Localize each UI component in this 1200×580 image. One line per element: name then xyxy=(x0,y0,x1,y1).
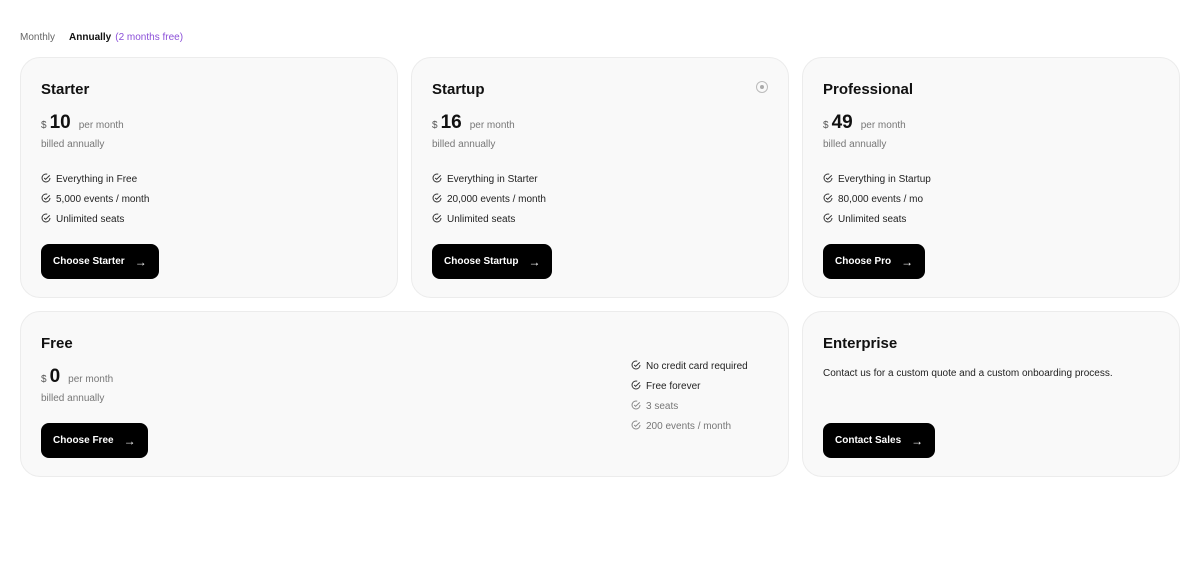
annually-label: Annually xyxy=(69,32,112,43)
arrow-right-icon: → xyxy=(528,254,541,269)
feature-item: 3 seats xyxy=(631,396,748,416)
feature-list: Everything in Free 5,000 events / month … xyxy=(41,169,149,229)
check-circle-icon xyxy=(432,172,442,186)
annually-discount-badge: (2 months free) xyxy=(115,32,184,43)
plan-name: Enterprise xyxy=(823,335,898,352)
feature-list: Everything in Startup 80,000 events / mo… xyxy=(823,169,931,229)
choose-pro-button[interactable]: Choose Pro → xyxy=(823,244,926,279)
currency-symbol: $ xyxy=(432,120,438,131)
plan-card-startup: Startup $ 16 per month billed annually E… xyxy=(411,57,789,298)
contact-sales-button[interactable]: Contact Sales → xyxy=(823,423,936,458)
plan-name: Starter xyxy=(41,81,90,98)
check-circle-icon xyxy=(41,212,51,226)
arrow-right-icon: → xyxy=(123,433,136,448)
feature-item: Unlimited seats xyxy=(432,209,546,229)
check-circle-icon xyxy=(631,359,641,373)
check-circle-icon xyxy=(823,212,833,226)
feature-list: Everything in Starter 20,000 events / mo… xyxy=(432,169,546,229)
plan-price: $ 16 per month xyxy=(432,112,515,134)
billing-toggle: Monthly Annually (2 months free) xyxy=(20,32,183,43)
plan-card-free: Free $ 0 per month billed annually Choos… xyxy=(20,311,789,477)
feature-item: 5,000 events / month xyxy=(41,189,149,209)
plan-description: Contact us for a custom quote and a cust… xyxy=(823,368,1113,379)
price-amount: 10 xyxy=(49,112,71,133)
price-period: per month xyxy=(68,374,114,385)
price-amount: 0 xyxy=(49,366,61,387)
billing-note: billed annually xyxy=(41,393,105,404)
plan-name: Professional xyxy=(823,81,914,98)
toggle-annually[interactable]: Annually (2 months free) xyxy=(69,32,183,43)
check-circle-icon xyxy=(823,192,833,206)
feature-item: 80,000 events / mo xyxy=(823,189,931,209)
check-circle-icon xyxy=(41,192,51,206)
check-circle-icon xyxy=(432,212,442,226)
check-circle-icon xyxy=(631,379,641,393)
feature-item: Unlimited seats xyxy=(823,209,931,229)
check-circle-icon xyxy=(631,419,641,433)
feature-item: 20,000 events / month xyxy=(432,189,546,209)
check-circle-icon xyxy=(41,172,51,186)
choose-startup-button[interactable]: Choose Startup → xyxy=(432,244,553,279)
price-period: per month xyxy=(860,120,906,131)
billing-note: billed annually xyxy=(432,139,496,150)
currency-symbol: $ xyxy=(41,374,47,385)
plan-price: $ 0 per month xyxy=(41,366,113,388)
feature-item: Everything in Startup xyxy=(823,169,931,189)
target-icon xyxy=(756,81,768,93)
check-circle-icon xyxy=(823,172,833,186)
feature-item: Free forever xyxy=(631,376,748,396)
arrow-right-icon: → xyxy=(901,254,914,269)
plan-card-starter: Starter $ 10 per month billed annually E… xyxy=(20,57,398,298)
check-circle-icon xyxy=(432,192,442,206)
feature-item: Unlimited seats xyxy=(41,209,149,229)
choose-free-button[interactable]: Choose Free → xyxy=(41,423,148,458)
arrow-right-icon: → xyxy=(134,254,147,269)
check-circle-icon xyxy=(631,399,641,413)
currency-symbol: $ xyxy=(41,120,47,131)
price-period: per month xyxy=(78,120,124,131)
plan-price: $ 10 per month xyxy=(41,112,124,134)
feature-item: Everything in Starter xyxy=(432,169,546,189)
feature-list: No credit card required Free forever 3 s… xyxy=(631,356,748,436)
feature-item: Everything in Free xyxy=(41,169,149,189)
billing-note: billed annually xyxy=(823,139,887,150)
plan-name: Startup xyxy=(432,81,485,98)
plan-name: Free xyxy=(41,335,73,352)
feature-item: No credit card required xyxy=(631,356,748,376)
currency-symbol: $ xyxy=(823,120,829,131)
choose-starter-button[interactable]: Choose Starter → xyxy=(41,244,159,279)
price-period: per month xyxy=(469,120,515,131)
billing-note: billed annually xyxy=(41,139,105,150)
feature-item: 200 events / month xyxy=(631,416,748,436)
plan-card-professional: Professional $ 49 per month billed annua… xyxy=(802,57,1180,298)
toggle-monthly[interactable]: Monthly xyxy=(20,32,55,43)
price-amount: 16 xyxy=(440,112,462,133)
plan-price: $ 49 per month xyxy=(823,112,906,134)
arrow-right-icon: → xyxy=(911,433,924,448)
plan-card-enterprise: Enterprise Contact us for a custom quote… xyxy=(802,311,1180,477)
price-amount: 49 xyxy=(831,112,853,133)
